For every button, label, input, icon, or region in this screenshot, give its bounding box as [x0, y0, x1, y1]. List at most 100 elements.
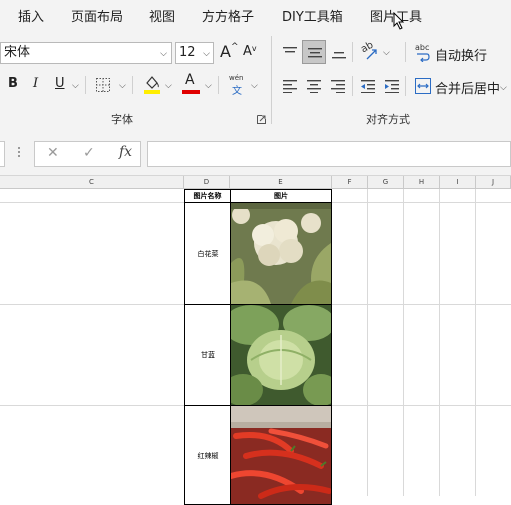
- column-header-e[interactable]: E: [230, 176, 332, 189]
- divider: [85, 76, 86, 94]
- divider: [132, 76, 133, 94]
- font-size-value: 12: [179, 45, 196, 60]
- chevron-down-icon: ⌵: [160, 49, 167, 59]
- grow-font-button[interactable]: A^: [220, 42, 239, 61]
- formula-input[interactable]: [147, 141, 511, 167]
- red-chili-image[interactable]: [231, 406, 331, 504]
- wrap-text-button[interactable]: 自动换行: [435, 45, 487, 64]
- pinyin-button[interactable]: wén 文: [229, 74, 245, 97]
- border-icon[interactable]: [96, 78, 110, 92]
- enter-button[interactable]: ✓: [83, 145, 95, 161]
- underline-button[interactable]: U: [55, 76, 65, 91]
- alignment-group-label: 对齐方式: [366, 113, 410, 126]
- cabbage-image[interactable]: [231, 305, 331, 405]
- align-right-icon[interactable]: [330, 79, 346, 93]
- tab-page-layout[interactable]: 页面布局: [71, 6, 123, 25]
- tab-view[interactable]: 视图: [149, 6, 175, 25]
- font-group-label: 字体: [111, 113, 133, 126]
- worksheet: C D E F G H I J 图片名称 图片 白花菜 甘蓝 红辣椒: [0, 176, 511, 505]
- cell-name[interactable]: 白花菜: [184, 202, 231, 305]
- ribbon-tabs: 插入 页面布局 视图 方方格子 DIY工具箱 图片工具: [0, 0, 511, 30]
- font-size-select[interactable]: 12 ⌵: [175, 42, 214, 64]
- divider: [352, 42, 353, 62]
- tab-diy-toolbox[interactable]: DIY工具箱: [282, 6, 343, 25]
- cell-picture[interactable]: [230, 304, 332, 406]
- merge-center-button[interactable]: 合并后居中: [435, 78, 500, 97]
- chevron-down-icon[interactable]: ⌵: [500, 83, 507, 93]
- group-divider: [271, 36, 272, 124]
- shrink-font-glyph: A: [243, 44, 252, 59]
- grow-font-glyph: A: [220, 42, 231, 61]
- divider: [352, 76, 353, 96]
- gridline: [439, 189, 440, 496]
- formula-buttons: ✕ ✓ fx: [34, 141, 141, 167]
- cell-name[interactable]: 红辣椒: [184, 405, 231, 505]
- chevron-down-icon[interactable]: ⌵: [383, 48, 390, 58]
- cell-header-name[interactable]: 图片名称: [184, 189, 231, 203]
- gridline: [403, 189, 404, 496]
- cell-header-picture[interactable]: 图片: [230, 189, 332, 203]
- formula-bar-grip[interactable]: [18, 145, 21, 163]
- shrink-font-button[interactable]: Av: [243, 44, 257, 59]
- divider: [218, 76, 219, 94]
- caret-down-icon: v: [251, 44, 257, 53]
- dialog-launcher-icon[interactable]: [257, 115, 266, 124]
- merge-center-icon: [415, 78, 431, 94]
- tab-insert[interactable]: 插入: [18, 6, 44, 25]
- decrease-indent-icon[interactable]: [360, 79, 376, 93]
- font-name-value: 宋体: [4, 45, 31, 60]
- pinyin-bottom: 文: [232, 86, 242, 97]
- cell-name-text: 白花菜: [197, 250, 219, 258]
- bold-button[interactable]: B: [8, 76, 18, 91]
- insert-function-button[interactable]: fx: [119, 144, 132, 160]
- wrap-arrow-icon: [417, 53, 430, 62]
- column-header-g[interactable]: G: [368, 176, 404, 189]
- wrap-text-icon: abc: [415, 43, 433, 63]
- increase-indent-icon[interactable]: [384, 79, 400, 93]
- ribbon: 宋体 ⌵ 12 ⌵ A^ Av B I U ⌵ ⌵ ⌵ A ⌵ wén 文 ⌵: [0, 30, 511, 132]
- cell-name-text: 甘蓝: [201, 351, 215, 359]
- align-middle-icon: [308, 48, 322, 58]
- column-header-c[interactable]: C: [0, 176, 184, 189]
- chevron-down-icon: ⌵: [203, 49, 210, 59]
- cell-picture[interactable]: [230, 405, 332, 505]
- cell-name[interactable]: 甘蓝: [184, 304, 231, 406]
- align-top-icon[interactable]: [282, 46, 298, 58]
- chevron-down-icon[interactable]: ⌵: [165, 81, 172, 91]
- mouse-cursor-icon: [393, 12, 405, 30]
- divider: [405, 76, 406, 96]
- chevron-down-icon[interactable]: ⌵: [251, 81, 258, 91]
- caret-up-icon: ^: [230, 42, 239, 52]
- chevron-down-icon[interactable]: ⌵: [72, 81, 79, 91]
- wrap-glyph: abc: [415, 43, 430, 52]
- column-header-h[interactable]: H: [404, 176, 440, 189]
- column-header-j[interactable]: J: [476, 176, 511, 189]
- tab-fangfang[interactable]: 方方格子: [202, 6, 254, 25]
- cauliflower-image[interactable]: [231, 203, 331, 304]
- cell-name-text: 红辣椒: [197, 452, 219, 460]
- font-name-select[interactable]: 宋体 ⌵: [0, 42, 172, 64]
- column-header-f[interactable]: F: [332, 176, 368, 189]
- italic-button[interactable]: I: [33, 76, 38, 91]
- column-header-d[interactable]: D: [184, 176, 230, 189]
- cancel-button[interactable]: ✕: [47, 145, 59, 161]
- font-color-glyph: A: [185, 72, 195, 88]
- formula-bar: ✕ ✓ fx: [0, 131, 511, 176]
- align-bottom-icon[interactable]: [331, 46, 347, 60]
- column-header-i[interactable]: I: [440, 176, 476, 189]
- align-left-icon[interactable]: [282, 79, 298, 93]
- chevron-down-icon[interactable]: ⌵: [205, 81, 212, 91]
- font-color-button[interactable]: A: [182, 72, 200, 94]
- name-box[interactable]: [0, 141, 5, 167]
- cell-picture[interactable]: [230, 202, 332, 305]
- align-center-icon[interactable]: [306, 79, 322, 93]
- chevron-down-icon[interactable]: ⌵: [119, 81, 126, 91]
- gridline: [475, 189, 476, 496]
- divider: [405, 42, 406, 62]
- orientation-button[interactable]: ab: [359, 40, 380, 62]
- pinyin-top: wén: [229, 74, 244, 82]
- fill-color-icon[interactable]: [144, 74, 160, 94]
- gridline: [367, 189, 368, 496]
- align-middle-button[interactable]: [302, 40, 326, 64]
- orientation-arrow-icon: [366, 49, 377, 60]
